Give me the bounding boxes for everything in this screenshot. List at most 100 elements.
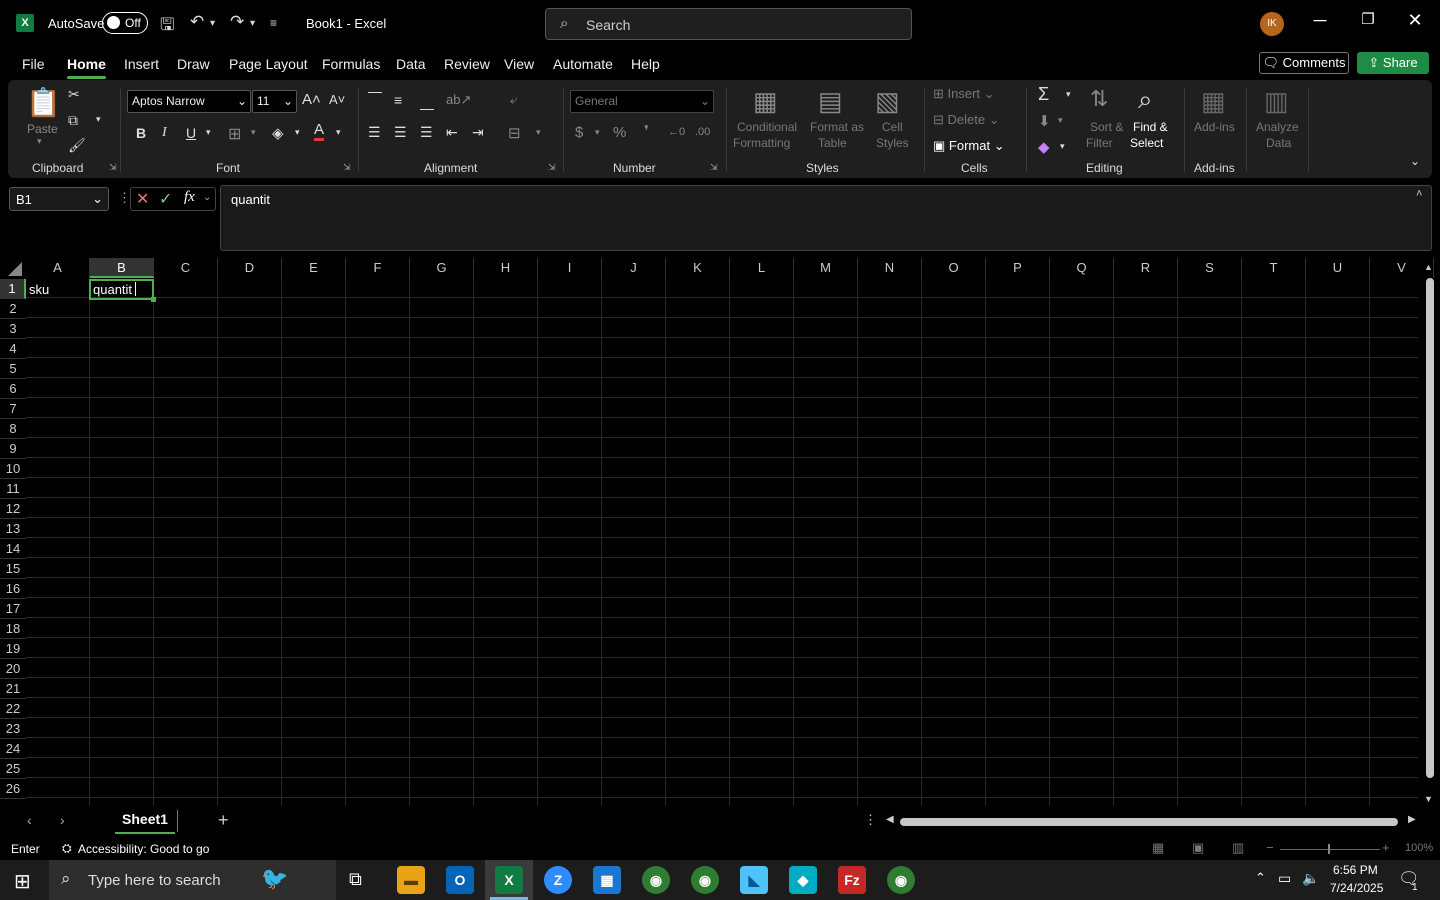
fill-color-icon[interactable]: ◈ (272, 124, 284, 142)
taskbar-time[interactable]: 6:56 PM (1333, 863, 1378, 877)
ribbon-collapse-icon[interactable]: ⌄ (1410, 154, 1420, 168)
number-launcher-icon[interactable]: ⇲ (710, 162, 718, 173)
row-header-23[interactable]: 23 (0, 719, 26, 739)
row-header-16[interactable]: 16 (0, 579, 26, 599)
format-painter-icon[interactable]: 🖌 (68, 137, 86, 154)
insert-function-icon[interactable]: fx (184, 189, 195, 206)
redo-dropdown-icon[interactable]: ▾ (250, 18, 255, 29)
paste-icon[interactable]: 📋 (26, 86, 61, 119)
cell-a1[interactable]: sku (29, 282, 49, 297)
column-header-g[interactable]: G (410, 258, 474, 278)
row-header-20[interactable]: 20 (0, 659, 26, 679)
share-button[interactable]: ⇪ Share (1357, 52, 1429, 74)
undo-icon[interactable]: ↶ (190, 12, 204, 32)
formula-input[interactable] (220, 185, 1432, 251)
row-header-14[interactable]: 14 (0, 539, 26, 559)
column-header-m[interactable]: M (794, 258, 858, 278)
row-header-15[interactable]: 15 (0, 559, 26, 579)
column-header-u[interactable]: U (1306, 258, 1370, 278)
chrome-profile-icon[interactable]: ◉ (691, 866, 719, 894)
italic-button[interactable]: I (162, 125, 167, 141)
network-icon[interactable]: ▭ (1278, 870, 1291, 887)
column-header-d[interactable]: D (218, 258, 282, 278)
column-header-o[interactable]: O (922, 258, 986, 278)
zoom-in-icon[interactable]: + (1382, 840, 1390, 855)
accessibility-icon[interactable]: ⛭ (62, 841, 72, 856)
zoom-app-icon[interactable]: Z (544, 866, 572, 894)
row-header-5[interactable]: 5 (0, 359, 26, 379)
taskbar-date[interactable]: 7/24/2025 (1330, 881, 1383, 895)
row-header-24[interactable]: 24 (0, 739, 26, 759)
paste-dropdown-icon[interactable]: ▾ (37, 136, 42, 147)
minimize-icon[interactable]: ─ (1305, 10, 1335, 31)
column-header-r[interactable]: R (1114, 258, 1178, 278)
row-header-2[interactable]: 2 (0, 299, 26, 319)
alignment-launcher-icon[interactable]: ⇲ (548, 162, 556, 173)
horizontal-scrollbar-thumb[interactable] (900, 818, 1398, 826)
chrome-icon[interactable]: ◉ (642, 866, 670, 894)
copy-dropdown-icon[interactable]: ▾ (96, 114, 101, 125)
font-color-icon[interactable]: A (314, 122, 325, 141)
column-header-k[interactable]: K (666, 258, 730, 278)
currency-dropdown-icon[interactable]: ▾ (595, 127, 600, 138)
windows-start-icon[interactable]: ⊞ (14, 869, 31, 894)
tab-home[interactable]: Home (67, 56, 106, 79)
column-header-l[interactable]: L (730, 258, 794, 278)
taskbar-search[interactable]: ⌕ Type here to search 🐦 (49, 860, 336, 900)
borders-icon[interactable]: ⊞ (228, 124, 241, 144)
conditional-formatting-label-2[interactable]: Formatting (733, 136, 790, 150)
volume-icon[interactable]: 🔈 (1302, 870, 1319, 887)
clear-icon[interactable]: ◆ (1038, 138, 1050, 156)
fill-handle[interactable] (151, 297, 156, 302)
add-sheet-icon[interactable]: + (218, 810, 229, 831)
column-header-t[interactable]: T (1242, 258, 1306, 278)
zoom-slider[interactable] (1280, 849, 1380, 850)
font-launcher-icon[interactable]: ⇲ (343, 162, 351, 173)
autosum-dropdown-icon[interactable]: ▾ (1066, 89, 1071, 100)
underline-button[interactable]: U (186, 125, 196, 141)
column-header-c[interactable]: C (154, 258, 218, 278)
align-middle-icon[interactable]: ≡ (394, 92, 402, 108)
row-header-25[interactable]: 25 (0, 759, 26, 779)
column-header-b[interactable]: B (90, 258, 154, 278)
decrease-indent-icon[interactable]: ⇤ (446, 124, 458, 141)
column-header-e[interactable]: E (282, 258, 346, 278)
zoom-slider-thumb[interactable] (1328, 844, 1330, 854)
addins-icon[interactable]: ▦ (1201, 86, 1226, 117)
align-top-icon[interactable]: ⎺ (368, 90, 382, 107)
task-view-icon[interactable]: ⧉ (349, 869, 362, 890)
row-header-19[interactable]: 19 (0, 639, 26, 659)
find-select-label-2[interactable]: Select (1130, 136, 1163, 150)
zoom-out-icon[interactable]: − (1266, 840, 1274, 855)
close-icon[interactable]: ✕ (1400, 10, 1430, 31)
row-header-7[interactable]: 7 (0, 399, 26, 419)
row-header-9[interactable]: 9 (0, 439, 26, 459)
addins-label[interactable]: Add-ins (1194, 120, 1235, 134)
underline-dropdown-icon[interactable]: ▾ (206, 127, 211, 138)
insert-cells-button[interactable]: ⊞ Insert ⌄ (933, 86, 995, 102)
filezilla-icon[interactable]: Fz (838, 866, 866, 894)
tab-automate[interactable]: Automate (553, 56, 613, 72)
font-size-select[interactable]: 11 ⌄ (252, 90, 297, 113)
fill-icon[interactable]: ⬇ (1038, 112, 1051, 130)
cell-styles-label-2[interactable]: Styles (876, 136, 909, 150)
format-as-table-icon[interactable]: ▤ (818, 86, 843, 117)
decrease-font-icon[interactable]: A˅ (329, 92, 345, 107)
page-break-view-icon[interactable]: ▥ (1232, 840, 1244, 856)
merge-center-icon[interactable]: ⊟ (508, 124, 521, 142)
normal-view-icon[interactable]: ▦ (1152, 840, 1164, 856)
vertical-scrollbar-thumb[interactable] (1426, 278, 1434, 778)
row-header-17[interactable]: 17 (0, 599, 26, 619)
align-bottom-icon[interactable]: ⎽ (420, 94, 434, 111)
cell-styles-label-1[interactable]: Cell (882, 120, 903, 134)
show-hidden-icons-icon[interactable]: ⌃ (1255, 870, 1266, 886)
page-layout-view-icon[interactable]: ▣ (1192, 840, 1204, 856)
row-header-21[interactable]: 21 (0, 679, 26, 699)
cell-styles-icon[interactable]: ▧ (875, 86, 900, 117)
scroll-right-icon[interactable]: ▶ (1408, 814, 1416, 825)
sort-filter-label-1[interactable]: Sort & (1090, 120, 1123, 134)
font-family-select[interactable]: Aptos Narrow ⌄ (127, 90, 251, 113)
notepad-app-icon[interactable]: ◣ (740, 866, 768, 894)
accessibility-status[interactable]: Accessibility: Good to go (78, 842, 209, 856)
currency-icon[interactable]: $ (575, 124, 583, 141)
